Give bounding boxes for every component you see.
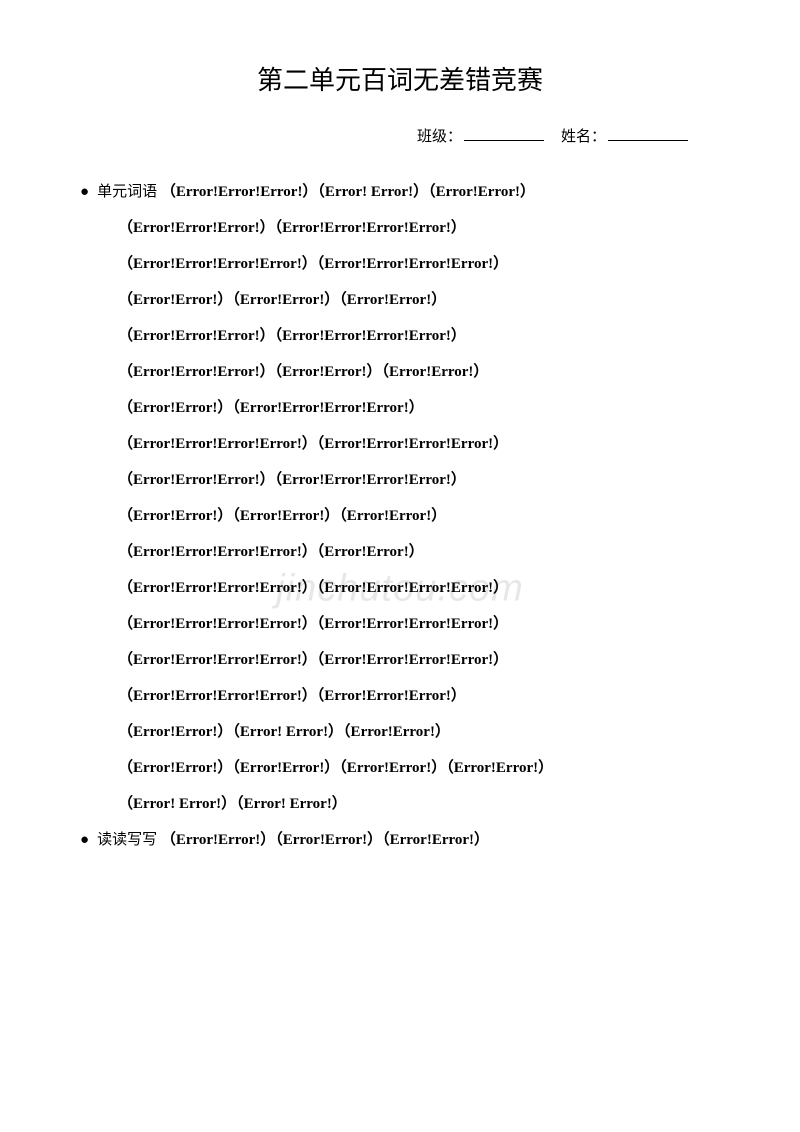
error-line: （Error!Error!Error!Error!）（Error!Error!E…: [80, 642, 720, 678]
bullet-icon: ●: [80, 822, 89, 858]
error-line: （Error!Error!Error!）（Error!Error!Error!E…: [80, 210, 720, 246]
page-title: 第二单元百词无差错竞赛: [80, 60, 720, 97]
class-blank[interactable]: [464, 126, 544, 141]
error-line: （Error!Error!）（Error!Error!）（Error!Error…: [80, 282, 720, 318]
error-line: （Error! Error!）（Error! Error!）: [80, 786, 720, 822]
error-line: （Error!Error!Error!）（Error!Error!）（Error…: [80, 354, 720, 390]
name-blank[interactable]: [608, 126, 688, 141]
error-line: （Error!Error!）（Error!Error!Error!Error!）: [80, 390, 720, 426]
section-label-2: 读读写写: [97, 832, 157, 848]
error-line: （Error!Error!）（Error!Error!）（Error!Error…: [161, 832, 489, 848]
error-line: （Error!Error!）（Error!Error!）（Error!Error…: [80, 498, 720, 534]
error-line: （Error!Error!Error!Error!）（Error!Error!E…: [80, 678, 720, 714]
error-line: （Error!Error!Error!）（Error! Error!）（Erro…: [161, 184, 535, 200]
error-line: （Error!Error!Error!Error!）（Error!Error!E…: [80, 246, 720, 282]
error-line: （Error!Error!）（Error! Error!）（Error!Erro…: [80, 714, 720, 750]
error-line: （Error!Error!Error!Error!）（Error!Error!E…: [80, 570, 720, 606]
class-label: 班级：: [417, 129, 462, 145]
error-line: （Error!Error!Error!Error!）（Error!Error!E…: [80, 606, 720, 642]
section-label-1: 单元词语: [97, 184, 157, 200]
error-line: （Error!Error!）（Error!Error!）（Error!Error…: [80, 750, 720, 786]
name-label: 姓名：: [561, 129, 606, 145]
section-read-write: ● 读读写写 （Error!Error!）（Error!Error!）（Erro…: [80, 822, 720, 858]
error-line: （Error!Error!Error!）（Error!Error!Error!E…: [80, 318, 720, 354]
error-line: （Error!Error!Error!Error!）（Error!Error!E…: [80, 426, 720, 462]
bullet-icon: ●: [80, 174, 89, 210]
error-line: （Error!Error!Error!Error!）（Error!Error!）: [80, 534, 720, 570]
error-line: （Error!Error!Error!）（Error!Error!Error!E…: [80, 462, 720, 498]
section-unit-words: ● 单元词语 （Error!Error!Error!）（Error! Error…: [80, 174, 720, 822]
form-line: 班级： 姓名：: [80, 125, 720, 146]
